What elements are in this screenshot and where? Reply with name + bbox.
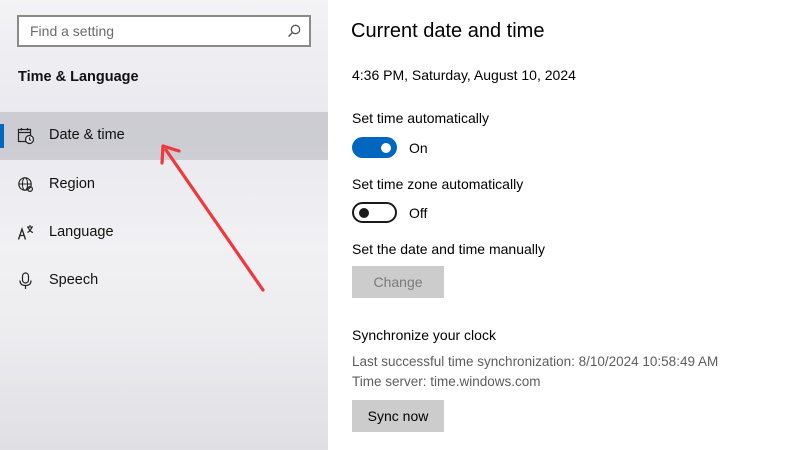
sidebar-item-date-time[interactable]: Date & time xyxy=(0,112,328,160)
time-server-text: Time server: time.windows.com xyxy=(352,374,541,389)
language-icon xyxy=(17,225,34,240)
search-box[interactable] xyxy=(17,15,311,47)
globe-icon xyxy=(18,177,34,193)
set-time-auto-label: Set time automatically xyxy=(352,110,489,126)
current-datetime: 4:36 PM, Saturday, August 10, 2024 xyxy=(352,67,576,83)
sidebar-item-region[interactable]: Region xyxy=(0,161,328,209)
set-timezone-auto-toggle[interactable] xyxy=(352,202,397,223)
sync-heading: Synchronize your clock xyxy=(352,327,496,343)
toggle-knob xyxy=(359,207,369,218)
sidebar-item-language[interactable]: Language xyxy=(0,209,328,257)
section-title: Time & Language xyxy=(18,69,139,85)
set-time-auto-toggle[interactable] xyxy=(352,137,397,158)
change-button[interactable]: Change xyxy=(352,266,444,298)
sidebar-item-label: Date & time xyxy=(49,127,125,143)
search-input[interactable] xyxy=(19,17,309,45)
page-title: Current date and time xyxy=(351,20,545,42)
microphone-icon xyxy=(19,272,32,289)
sidebar-item-label: Region xyxy=(49,176,95,192)
set-time-auto-state: On xyxy=(409,140,428,156)
last-sync-text: Last successful time synchronization: 8/… xyxy=(352,354,719,369)
search-icon[interactable] xyxy=(286,23,302,39)
sync-now-button[interactable]: Sync now xyxy=(352,400,444,432)
toggle-knob xyxy=(381,142,391,153)
manual-datetime-label: Set the date and time manually xyxy=(352,241,546,257)
settings-sidebar: Time & Language Date & time Region xyxy=(0,0,328,450)
set-timezone-auto-state: Off xyxy=(409,205,428,221)
selection-indicator xyxy=(0,124,4,148)
sidebar-item-label: Language xyxy=(49,224,114,240)
sidebar-item-label: Speech xyxy=(49,272,99,288)
sidebar-item-speech[interactable]: Speech xyxy=(0,257,328,305)
calendar-clock-icon xyxy=(17,128,35,145)
set-timezone-auto-label: Set time zone automatically xyxy=(352,176,524,192)
